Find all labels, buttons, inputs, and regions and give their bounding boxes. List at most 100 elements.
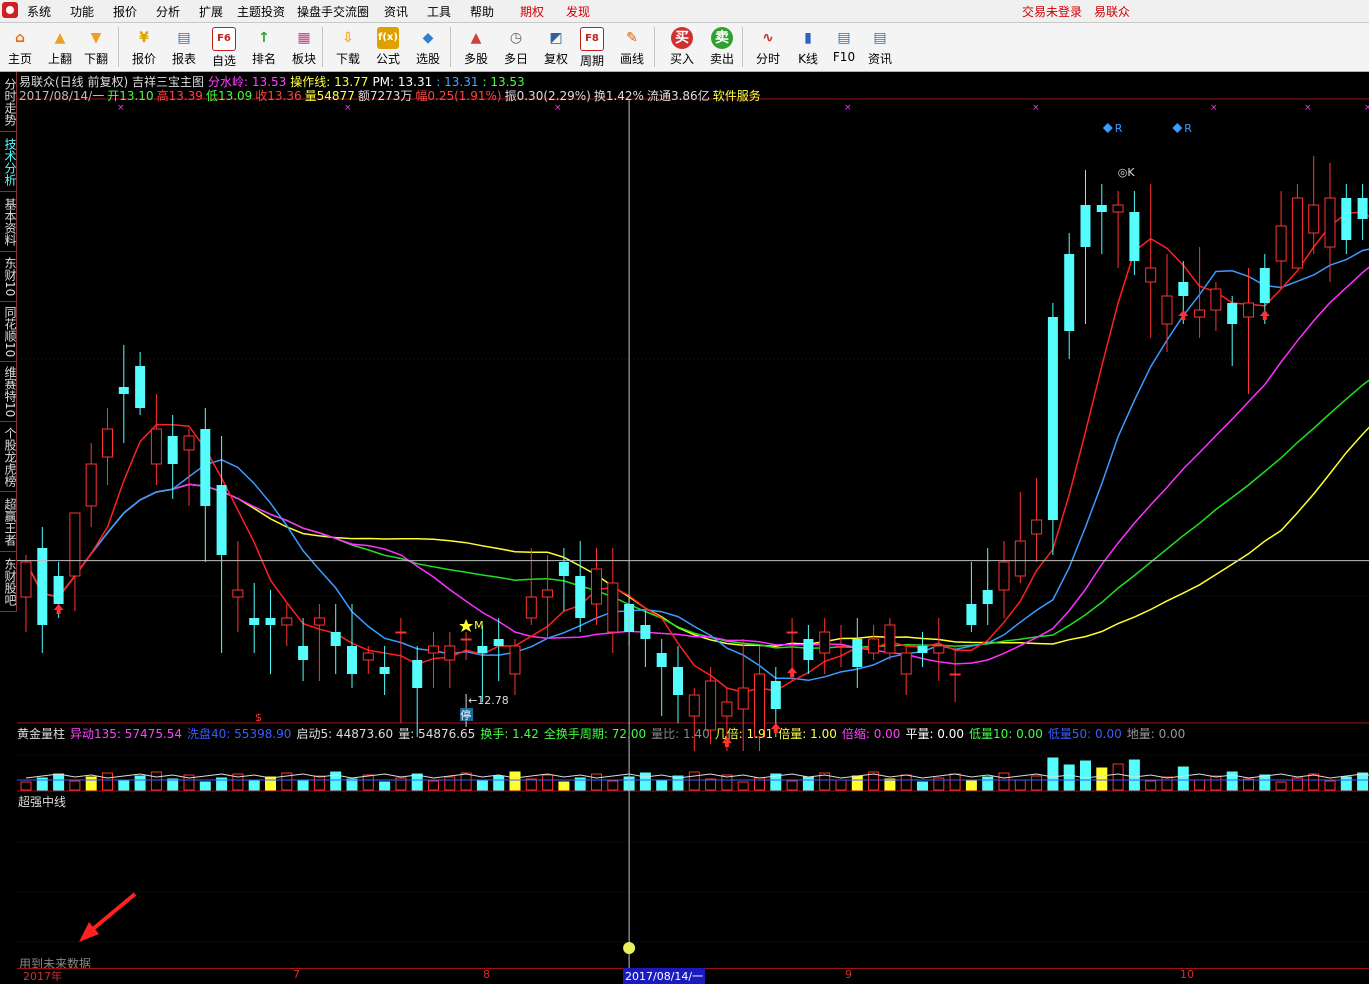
chart-area[interactable]: ××××××××16.50←12.78停$RR◎KM 易联众(日线 前复权) 吉… xyxy=(17,72,1369,984)
toolbar-button-label: 选股 xyxy=(415,52,440,66)
date-label-8: 8 xyxy=(483,968,490,981)
date-label-10: 10 xyxy=(1180,968,1194,981)
sidebar-tab-5[interactable]: 维赛特10 xyxy=(0,362,17,422)
menu-options[interactable]: 期权 xyxy=(520,3,544,20)
menu-function[interactable]: 功能 xyxy=(70,3,94,20)
toolbar-download-button[interactable]: ⇩ 下载 xyxy=(330,25,366,69)
yen-icon: ¥ xyxy=(139,30,149,46)
menu-analysis[interactable]: 分析 xyxy=(156,3,180,20)
toolbar-buy-button[interactable]: 买买入 xyxy=(664,25,700,69)
toolbar-kline-button[interactable]: ▮ K线 xyxy=(790,25,826,69)
quote-field-3: 低13.09 xyxy=(205,89,253,103)
toolbar-adjust-button[interactable]: ◩ 复权 xyxy=(538,25,574,69)
candle-body xyxy=(493,639,504,646)
date-axis: 2017年 7 8 2017/08/14/一 9 10 xyxy=(17,968,1369,984)
sidebar-tab-8[interactable]: 东财股吧 xyxy=(0,552,17,612)
sidebar-tab-6[interactable]: 个股龙虎榜 xyxy=(0,422,17,492)
volume-bar xyxy=(346,778,358,791)
candle-body xyxy=(656,653,667,667)
menu-news[interactable]: 资讯 xyxy=(384,3,408,20)
marker-x: × xyxy=(344,103,352,113)
toolbar-formula-button[interactable]: f(x) 公式 xyxy=(370,25,406,69)
volume-bar xyxy=(900,774,912,791)
toolbar-button-label: 排名 xyxy=(251,52,276,66)
candle-body xyxy=(412,660,423,688)
toolbar-ranking-button[interactable]: ↑ 排名 xyxy=(246,25,282,69)
menu-trader-circle[interactable]: 操盘手交流圈 xyxy=(297,3,369,20)
arrow-up-icon: ▲ xyxy=(54,30,66,46)
sidebar-tab-7[interactable]: 超赢王者 xyxy=(0,492,17,552)
toolbar-f8-button[interactable]: F8 周期 xyxy=(574,25,610,69)
buy-arrow-signal xyxy=(1259,310,1270,320)
volume-bar xyxy=(1308,773,1320,791)
toolbar-intraday-button[interactable]: ∿ 分时 xyxy=(750,25,786,69)
sidebar-tab-1[interactable]: 技术分析 xyxy=(0,132,17,192)
toolbar-f10-button[interactable]: ▤ F10 xyxy=(826,25,862,69)
candle-body xyxy=(835,645,847,648)
toolbar-separator xyxy=(742,27,743,67)
trade-login-status[interactable]: 交易未登录 xyxy=(1022,3,1082,20)
sidebar-tab-2[interactable]: 基本资料 xyxy=(0,192,17,252)
volume-bar xyxy=(1063,764,1075,791)
candle-body xyxy=(232,589,244,598)
toolbar-stock-pick-button[interactable]: ◆ 选股 xyxy=(410,25,446,69)
toolbar-sell-button[interactable]: 卖卖出 xyxy=(704,25,740,69)
menu-system[interactable]: 系统 xyxy=(27,3,51,20)
volume-bar xyxy=(199,781,211,791)
sidebar-tab-3[interactable]: 东财10 xyxy=(0,252,17,302)
candle-body xyxy=(477,646,488,653)
sidebar-tab-0[interactable]: 分时走势 xyxy=(0,72,17,132)
quote-field-10: 流通3.86亿 xyxy=(646,89,710,103)
marker-x: × xyxy=(1304,103,1312,113)
toolbar-button-label: 上翻 xyxy=(47,52,72,66)
toolbar-arrow-up-button[interactable]: ▲ 上翻 xyxy=(42,25,78,69)
kline-chart[interactable]: ××××××××16.50←12.78停$RR◎KM xyxy=(17,72,1369,980)
candle-body xyxy=(1129,212,1140,261)
menu-extend[interactable]: 扩展 xyxy=(199,3,223,20)
stock-name-link[interactable]: 易联众 xyxy=(1094,3,1130,20)
toolbar-multi-stock-button[interactable]: ▲ 多股 xyxy=(458,25,494,69)
candle-body xyxy=(509,645,521,675)
r-signal-label: R xyxy=(1184,122,1192,135)
toolbar-blocks-button[interactable]: ▦ 板块 xyxy=(286,25,322,69)
volume-field-9: 倍量: 1.00 xyxy=(778,727,837,741)
menu-help[interactable]: 帮助 xyxy=(470,3,494,20)
candle-body xyxy=(1064,254,1075,331)
toolbar-arrow-down-button[interactable]: ▼ 下翻 xyxy=(78,25,114,69)
r-signal-label: R xyxy=(1115,122,1123,135)
volume-bar xyxy=(884,778,896,791)
volume-bar xyxy=(265,776,276,791)
menu-tools[interactable]: 工具 xyxy=(427,3,451,20)
toolbar-news-button[interactable]: ▤ 资讯 xyxy=(862,25,898,69)
menu-theme-invest[interactable]: 主题投资 xyxy=(237,3,285,20)
candle-body xyxy=(1047,317,1058,520)
candle-body xyxy=(20,561,32,598)
toolbar-button-label: 多股 xyxy=(463,52,488,66)
candle-body xyxy=(1243,302,1254,318)
menu-discover[interactable]: 发现 xyxy=(566,3,590,20)
volume-field-14: 地量: 0.00 xyxy=(1126,727,1186,741)
candle-body xyxy=(1324,197,1336,248)
toolbar-yen-button[interactable]: ¥ 报价 xyxy=(126,25,162,69)
toolbar-button-label: 买入 xyxy=(669,52,694,66)
toolbar-separator xyxy=(654,27,655,67)
quote-field-8: 振0.30(2.29%) xyxy=(504,89,591,103)
news-icon: ▤ xyxy=(873,30,887,46)
toolbar-f6-button[interactable]: F6 自选 xyxy=(206,25,242,69)
menu-quote[interactable]: 报价 xyxy=(113,3,137,20)
candle-body xyxy=(85,463,97,507)
volume-bar xyxy=(917,781,928,791)
volume-bar xyxy=(20,781,32,791)
download-icon: ⇩ xyxy=(342,30,354,46)
toolbar-home-button[interactable]: ⌂ 主页 xyxy=(2,25,38,69)
indicator-title: 超强中线 xyxy=(18,795,67,809)
marker-x: × xyxy=(117,103,125,113)
candle-body xyxy=(167,436,178,464)
toolbar-clock-button[interactable]: ◷ 多日 xyxy=(498,25,534,69)
volume-bar xyxy=(525,778,537,791)
candle-body xyxy=(265,618,276,625)
r-signal-diamond xyxy=(1102,123,1113,133)
sidebar-tab-4[interactable]: 同花顺10 xyxy=(0,302,17,362)
toolbar-draw-line-button[interactable]: ✎ 画线 xyxy=(614,25,650,69)
toolbar-report-button[interactable]: ▤ 报表 xyxy=(166,25,202,69)
